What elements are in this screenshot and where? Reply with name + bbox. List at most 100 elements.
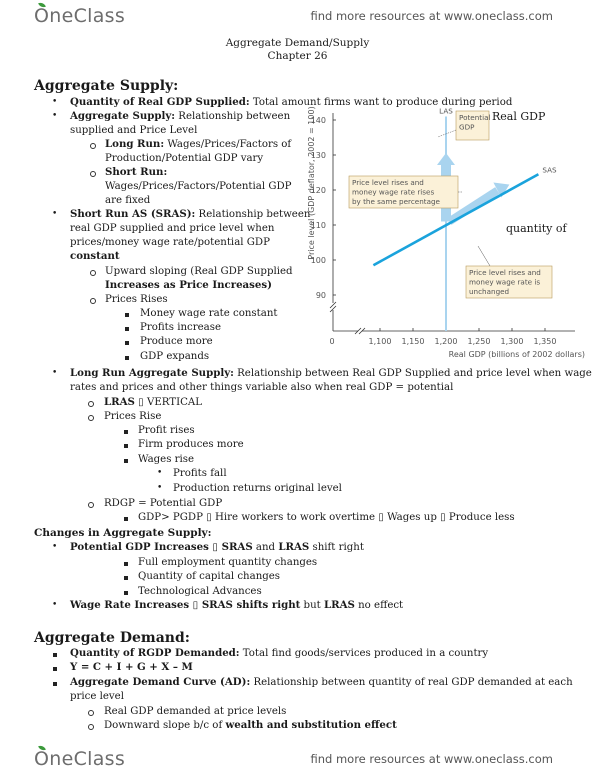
list-item: LRAS ▯ VERTICAL [104, 396, 203, 408]
list-item: Wages rise [138, 454, 195, 465]
square-bullet-icon [125, 327, 129, 331]
list-item-cont: real GDP supplied and price level when [70, 223, 275, 234]
list-item: Long Run: Wages/Prices/Factors of [105, 138, 292, 150]
list-item-cont: prices/money wage rate/potential GDP [70, 237, 270, 248]
list-item: RDGP = Potential GDP [104, 498, 223, 509]
list-item: Produce more [140, 336, 213, 347]
list-item: Prices Rises [105, 294, 168, 305]
list-item: Prices Rise [104, 411, 162, 422]
list-item-cont: rates and prices and other things variab… [70, 382, 454, 393]
resources-link-footer[interactable]: find more resources at www.oneclass.com [310, 752, 553, 766]
x-tick-label: 1,200 [435, 337, 458, 346]
overlay-quantity-of: quantity of [506, 222, 567, 235]
list-item: Profit rises [138, 425, 195, 436]
list-item: Full employment quantity changes [138, 557, 318, 568]
x-tick-label: 1,300 [501, 337, 524, 346]
wage-unchanged-annotation-text: money wage rate is [469, 278, 540, 287]
list-item: Aggregate Demand Curve (AD): Relationshi… [70, 676, 573, 688]
x-tick-label: 0 [329, 337, 334, 346]
list-item: GDP> PGDP ▯ Hire workers to work overtim… [138, 512, 515, 523]
square-bullet-icon [124, 562, 128, 566]
square-bullet-icon [124, 517, 128, 521]
list-item: Profits increase [140, 322, 221, 333]
circle-bullet-icon [90, 298, 96, 304]
oneclass-logo[interactable]: OneClass [34, 1, 126, 27]
square-bullet-icon [124, 591, 128, 595]
bullet-icon: • [52, 97, 58, 107]
x-tick-label: 1,250 [468, 337, 491, 346]
bullet-icon: • [52, 111, 58, 121]
circle-bullet-icon [88, 502, 94, 508]
potential-gdp-annotation-text: Potential [459, 113, 491, 122]
section-heading-changes: Changes in Aggregate Supply: [34, 527, 212, 539]
list-item: Aggregate Supply: Relationship between [70, 110, 291, 122]
square-bullet-icon [53, 667, 57, 671]
circle-bullet-icon [88, 710, 94, 716]
square-bullet-icon [124, 459, 128, 463]
circle-bullet-icon [90, 171, 96, 177]
bullet-icon: • [52, 368, 58, 378]
x-axis-label: Real GDP (billions of 2002 dollars) [449, 350, 585, 359]
as-chart: 901001101201301400 1,100 1,150 1,200 1,250 1,… [307, 106, 585, 359]
list-item: GDP expands [140, 351, 210, 362]
square-bullet-icon [124, 576, 128, 580]
circle-bullet-icon [90, 143, 96, 149]
x-tick-label: 1,350 [534, 337, 557, 346]
both-rise-annotation-text: by the same percentage [352, 197, 441, 206]
square-bullet-icon [125, 313, 129, 317]
list-item: Long Run Aggregate Supply: Relationship … [70, 367, 592, 379]
circle-bullet-icon [88, 724, 94, 730]
bullet-icon: • [157, 468, 163, 478]
list-item: Upward sloping (Real GDP Supplied [105, 266, 293, 277]
list-item-cont: Production/Potential GDP vary [105, 153, 264, 164]
bullet-icon: • [157, 483, 163, 493]
list-item: Short Run: [105, 166, 168, 178]
list-item-cont: are fixed [105, 195, 151, 206]
both-rise-annotation-text: Price level rises and [352, 178, 424, 187]
logo-text: OneClass [34, 748, 126, 770]
list-item: Real GDP demanded at price levels [104, 706, 287, 717]
square-bullet-icon [53, 653, 57, 657]
logo-text: OneClass [34, 5, 126, 27]
vertical-arrow-head [437, 153, 455, 165]
circle-bullet-icon [88, 401, 94, 407]
potential-gdp-annotation-text: GDP [459, 123, 475, 132]
list-item-cont: price level [70, 691, 124, 702]
both-rise-annotation-text: money wage rate rises [352, 188, 434, 197]
list-item-cont: Increases as Price Increases) [105, 279, 272, 291]
square-bullet-icon [125, 341, 129, 345]
bullet-icon: • [52, 542, 58, 552]
las-label: LAS [439, 107, 453, 116]
list-item: Profits fall [173, 468, 227, 479]
wage-unchanged-annotation-text: Price level rises and [469, 268, 541, 277]
list-item: Y = C + I + G + X – M [70, 661, 193, 673]
list-item-cont: constant [70, 250, 120, 262]
wage-unchanged-annotation-text: unchanged [469, 287, 509, 296]
oneclass-logo-footer[interactable]: OneClass [34, 744, 126, 770]
sas-label: SAS [542, 165, 557, 174]
square-bullet-icon [125, 356, 129, 360]
square-bullet-icon [124, 430, 128, 434]
section-heading-aggregate-supply: Aggregate Supply: [34, 78, 179, 94]
list-item: Potential GDP Increases ▯ SRAS and LRAS … [70, 541, 364, 553]
y-axis-label: Price level (GDP deflator, 2002 = 100) [307, 106, 316, 259]
list-item: Quantity of capital changes [138, 571, 281, 582]
list-item: Production returns original level [173, 483, 342, 494]
circle-bullet-icon [88, 415, 94, 421]
list-item-cont: Wages/Prices/Factors/Potential GDP [105, 181, 292, 192]
list-item: Short Run AS (SRAS): Relationship betwee… [70, 208, 311, 220]
x-tick-label: 1,100 [369, 337, 392, 346]
resources-link[interactable]: find more resources at www.oneclass.com [310, 9, 553, 23]
y-tick-label: 90 [316, 291, 326, 300]
bullet-icon: • [52, 600, 58, 610]
square-bullet-icon [124, 444, 128, 448]
list-item: Wage Rate Increases ▯ SRAS shifts right … [70, 599, 404, 611]
x-tick-label: 1,150 [402, 337, 425, 346]
circle-bullet-icon [90, 270, 96, 276]
wage-unchanged-leader [477, 245, 491, 267]
overlay-real-gdp: Real GDP [492, 110, 546, 123]
list-item: Downward slope b/c of wealth and substit… [104, 719, 397, 731]
square-bullet-icon [53, 682, 57, 686]
list-item: Quantity of RGDP Demanded: Total find go… [70, 647, 489, 659]
bullet-icon: • [52, 209, 58, 219]
